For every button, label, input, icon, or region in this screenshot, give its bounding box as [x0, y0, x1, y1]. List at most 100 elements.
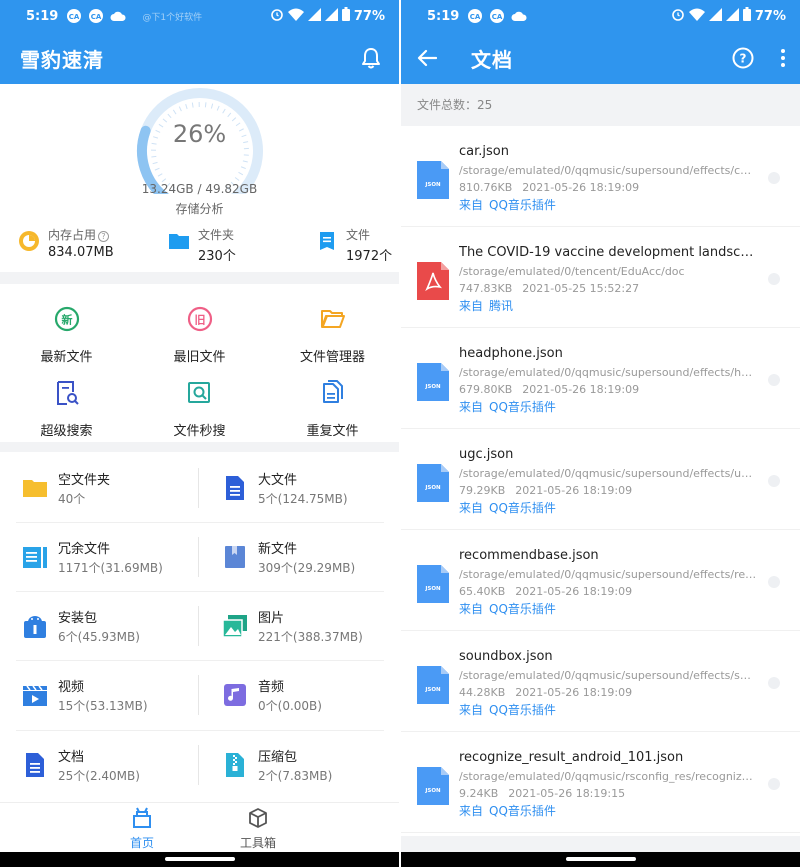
stat-folders[interactable]: 文件夹 230个 — [168, 226, 236, 264]
file-source-prefix: 来自 — [459, 703, 484, 717]
battery-icon — [341, 7, 350, 25]
select-radio[interactable] — [768, 273, 780, 285]
gauge-tick — [240, 166, 246, 170]
app-bar: 5:19 CA CA @下1个好软件 77% 雪豹速清 — [0, 0, 399, 84]
category-new-files[interactable]: 新文件 309个(29.29MB) — [222, 523, 399, 591]
file-source-app: QQ音乐插件 — [489, 804, 556, 818]
file-date: 2021-05-26 18:19:09 — [522, 383, 640, 396]
home-icon — [133, 807, 151, 828]
svg-text:JSON: JSON — [424, 384, 441, 390]
file-row[interactable]: JSON headphone.json/storage/emulated/0/qq… — [401, 328, 800, 429]
nav-label: 工具箱 — [239, 836, 276, 850]
storage-card[interactable]: 26% 13.24GB / 49.82GB 存储分析 内存占用? 834.07M… — [0, 84, 399, 272]
svg-text:?: ? — [740, 52, 747, 66]
file-source-prefix: 来自 — [459, 602, 484, 616]
back-arrow-icon[interactable] — [417, 49, 437, 67]
home-gesture-bar[interactable] — [164, 857, 235, 861]
category-images[interactable]: 图片 221个(388.37MB) — [222, 592, 399, 660]
bottom-navigation: 首页 工具箱 — [0, 802, 399, 852]
home-gesture-bar[interactable] — [565, 857, 636, 861]
stat-memory[interactable]: 内存占用? 834.07MB — [18, 226, 114, 260]
category-audio[interactable]: 音频 0个(0.00B) — [222, 661, 399, 729]
file-row[interactable]: JSON car.json/storage/emulated/0/qqmusic/… — [401, 126, 800, 227]
select-radio[interactable] — [768, 576, 780, 588]
bell-icon[interactable] — [361, 47, 381, 69]
select-radio[interactable] — [768, 374, 780, 386]
file-source: 来自 QQ音乐插件 — [459, 701, 562, 718]
documents-screen: 5:19 CA CA 77% 文档 ? 文件总数：25 JSON car.jso… — [401, 0, 800, 867]
signal-icon — [324, 7, 338, 25]
gauge-tick — [151, 155, 157, 158]
category-count: 0个(0.00B) — [258, 699, 322, 713]
file-row[interactable]: JSON recognize_result_android_101.json/st… — [401, 732, 800, 833]
image-search-icon — [187, 382, 210, 403]
file-path: /storage/emulated/0/tencent/EduAcc/doc — [459, 265, 685, 278]
file-row[interactable]: JSON ugc.json/storage/emulated/0/qqmusic/… — [401, 429, 800, 530]
help-circle-icon[interactable]: ? — [732, 47, 754, 69]
alarm-icon — [671, 7, 685, 25]
stat-files[interactable]: 文件 1972个 — [316, 226, 392, 264]
alarm-icon — [270, 7, 284, 25]
feature-newest-files[interactable]: 新 最新文件 — [0, 306, 133, 365]
file-source-app: QQ音乐插件 — [489, 602, 556, 616]
category-count: 2个(7.83MB) — [258, 769, 333, 783]
app-bar: 5:19 CA CA 77% 文档 ? — [401, 0, 800, 84]
new-badge-icon: 新 — [54, 306, 79, 332]
svg-text:JSON: JSON — [424, 485, 441, 491]
category-empty-folders[interactable]: 空文件夹 40个 — [22, 454, 207, 522]
feature-duplicate-files[interactable]: 重复文件 — [266, 380, 399, 439]
svg-text:JSON: JSON — [424, 586, 441, 592]
select-radio[interactable] — [768, 677, 780, 689]
category-apk[interactable]: 安装包 6个(45.93MB) — [22, 592, 207, 660]
category-large-files[interactable]: 大文件 5个(124.75MB) — [222, 454, 399, 522]
stat-label: 文件夹 — [198, 228, 235, 242]
system-nav-bar — [0, 852, 399, 867]
new-file-icon — [225, 546, 245, 568]
file-row[interactable]: JSON recommendbase.json/storage/emulated/… — [401, 530, 800, 631]
file-name: soundbox.json — [459, 649, 553, 664]
system-nav-bar — [401, 852, 800, 867]
file-size: 810.76KB — [459, 181, 513, 194]
feature-quick-search[interactable]: 文件秒搜 — [133, 380, 266, 439]
gauge-tick — [157, 173, 163, 177]
feature-grid: 新 最新文件 旧 最旧文件 文件管理器 超级搜索 文件秒搜 重复文件 — [0, 284, 399, 442]
category-count: 5个(124.75MB) — [258, 492, 348, 506]
file-source-app: QQ音乐插件 — [489, 400, 556, 414]
category-archives[interactable]: 压缩包 2个(7.83MB) — [222, 731, 399, 799]
select-radio[interactable] — [768, 475, 780, 487]
stat-label: 文件 — [346, 228, 371, 242]
select-radio[interactable] — [768, 778, 780, 790]
category-videos[interactable]: 视频 15个(53.13MB) — [22, 661, 207, 729]
file-path: /storage/emulated/0/qqmusic/supersound/e… — [459, 366, 757, 379]
category-name: 文档 — [58, 750, 85, 765]
status-time: 5:19 — [26, 8, 59, 24]
feature-super-search[interactable]: 超级搜索 — [0, 380, 133, 439]
feature-label: 文件管理器 — [299, 350, 365, 365]
svg-text:JSON: JSON — [424, 687, 441, 693]
gauge-tick — [185, 103, 188, 110]
file-size: 679.80KB — [459, 383, 513, 396]
more-vertical-icon[interactable] — [780, 48, 786, 68]
category-redundant-files[interactable]: 冗余文件 1171个(31.69MB) — [22, 523, 207, 591]
file-row[interactable]: JSON soundbox.json/storage/emulated/0/qqm… — [401, 631, 800, 732]
storage-percent: 26% — [172, 120, 227, 148]
file-row[interactable]: The COVID-19 vaccine development landsca… — [401, 227, 800, 328]
category-name: 音频 — [258, 680, 285, 695]
help-icon: ? — [98, 231, 110, 242]
feature-oldest-files[interactable]: 旧 最旧文件 — [133, 306, 266, 365]
nav-home[interactable]: 首页 — [102, 807, 182, 851]
page-title: 文档 — [471, 47, 513, 72]
nav-toolbox[interactable]: 工具箱 — [218, 807, 298, 851]
app-notification-icon: CA — [467, 8, 483, 24]
signal-icon — [307, 7, 321, 25]
category-documents[interactable]: 文档 25个(2.40MB) — [22, 731, 207, 799]
select-radio[interactable] — [768, 172, 780, 184]
file-size: 44.28KB — [459, 686, 506, 699]
stat-value: 230个 — [198, 249, 236, 264]
feature-file-manager[interactable]: 文件管理器 — [266, 306, 399, 365]
grid-divider — [198, 606, 199, 646]
gauge-tick — [204, 102, 207, 108]
file-name: recognize_result_android_101.json — [459, 750, 684, 765]
grid-divider — [198, 537, 199, 577]
category-count: 1171个(31.69MB) — [58, 561, 163, 575]
